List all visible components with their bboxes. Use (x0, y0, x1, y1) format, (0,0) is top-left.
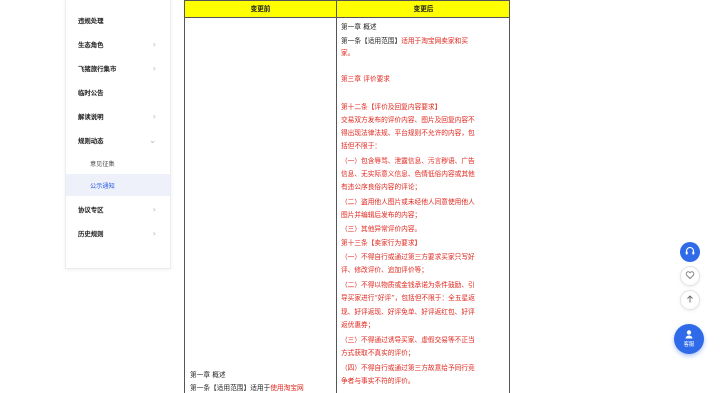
service-label: 客服 (683, 342, 695, 348)
sidebar-item-label: 解读说明 (78, 112, 104, 121)
after-text-line: 家。 (341, 49, 355, 57)
after-text-line: 争者与事实不符的评价。 (341, 377, 415, 385)
chevron-right-icon: › (152, 63, 156, 73)
after-text-line: 第十三条【卖家行为要求】 (341, 239, 422, 247)
sidebar-item-rule-updates[interactable]: 规则动态 ⌄ (66, 128, 170, 152)
service-icon (684, 329, 694, 342)
heart-icon (685, 270, 695, 283)
after-text-line: （二）盗用他人图片或未经他人同意使用他人 (341, 198, 475, 206)
arrow-up-icon (685, 294, 695, 307)
sidebar-item-temp-notice[interactable]: 临时公告 (66, 80, 170, 104)
sidebar-item-label: 飞猪旅行集市 (78, 64, 117, 73)
before-text-segment: 第一条【适用范围】 (190, 384, 251, 392)
header-before: 变更前 (250, 5, 271, 13)
sidebar-item-history[interactable]: 历史规则 › (66, 221, 170, 245)
sidebar-item-label: 历史规则 (78, 229, 104, 238)
back-to-top-button[interactable] (680, 290, 700, 310)
customer-service-button[interactable]: 客服 (674, 324, 704, 354)
after-text-segment: 第一条【适用范围】 (341, 37, 402, 45)
sidebar-item-ecosystem[interactable]: 生态角色 › (66, 32, 170, 56)
after-text-line: （四）不得自行或通过第三方故意给予同行竞 (341, 364, 475, 372)
after-text-line: 括但不限于： (341, 142, 382, 150)
after-text-line: 方式获取不真实的评价； (341, 349, 415, 357)
after-text-line: 信息、无实际意义信息、色情低俗内容或其他 (341, 170, 475, 178)
sidebar-item-label: 生态角色 (78, 40, 104, 49)
after-text-line: 第三章 评价要求 (341, 75, 390, 83)
after-text-line: 图片并编辑后发布的内容； (341, 211, 422, 219)
sidebar-item-label: 临时公告 (78, 88, 104, 97)
sidebar-item-label: 规则动态 (78, 136, 104, 145)
sidebar-item-label: 违规处理 (78, 16, 104, 25)
after-text-line: 第一条【适用范围】适用于淘宝网卖家和买 (341, 37, 468, 46)
after-text-line: 第一章 概述 (341, 23, 377, 31)
sidebar-subitem-public-notice[interactable]: 公示通知 (66, 174, 170, 196)
headset-button[interactable] (680, 242, 700, 262)
favorite-button[interactable] (680, 266, 700, 286)
after-text-line: 得出现法律法规、平台规则不允许的内容，包 (341, 129, 475, 137)
chevron-right-icon: › (152, 204, 156, 214)
table-body: 第一章 概述 第一条【适用范围】适用于淘宝网卖家和买 家。 第三章 评价要求 第… (184, 17, 510, 393)
sidebar-item-explanation[interactable]: 解读说明 › (66, 104, 170, 128)
after-text-line: 现、好评返现、好评免单、好评返红包、好评 (341, 308, 475, 316)
after-text-line: （二）不得以物质或金钱承诺为条件鼓励、引 (341, 281, 475, 289)
after-text-line: 有违公序良俗内容的评论； (341, 183, 422, 191)
sidebar: 违规处理 生态角色 › 飞猪旅行集市 › 临时公告 解读说明 › 规则动态 ⌄ … (65, 0, 171, 269)
before-text-segment: 使用淘宝网 (270, 384, 304, 392)
sidebar-item-label: 协议专区 (78, 205, 104, 214)
after-text-line: （一）包含辱骂、泄露信息、污言秽语、广告 (341, 157, 475, 165)
after-text-line: （一）不得自行或通过第三方要求买家只写好 (341, 253, 475, 261)
sidebar-subitem-label: 意见征集 (90, 160, 115, 168)
chevron-right-icon: › (152, 39, 156, 49)
before-text-line: 第一条【适用范围】适用于使用淘宝网 (190, 384, 304, 393)
after-text-line: 返优惠券； (341, 321, 375, 329)
after-text-line: （三）其他异常评价内容。 (341, 225, 422, 233)
headset-icon (684, 245, 696, 260)
sidebar-item-agreements[interactable]: 协议专区 › (66, 197, 170, 221)
after-text-line: （三）不得通过诱导买家、虚假交易等不正当 (341, 336, 475, 344)
before-text-line: 第一章 概述 (190, 371, 226, 379)
header-after: 变更后 (336, 1, 510, 17)
before-text-segment: 适用于 (250, 384, 271, 392)
chevron-right-icon: › (152, 111, 156, 121)
rule-change-table: 变更前 变更后 第一章 概述 第一条【适用范围】适用于淘宝网卖家和买 家。 第三… (184, 0, 510, 393)
after-text-segment: 适用于淘宝网卖家和买 (401, 37, 469, 45)
after-text-line: 第十二条【评价及回复内容要求】 (341, 103, 442, 111)
chevron-right-icon: › (152, 228, 156, 238)
sidebar-subitem-label: 公示通知 (90, 182, 115, 190)
table-header: 变更前 变更后 (184, 0, 510, 18)
sidebar-item-violation[interactable]: 违规处理 (66, 8, 170, 32)
after-text-line: 交易双方发布的评价内容、图片及回复内容不 (341, 116, 475, 124)
chevron-down-icon: ⌄ (149, 135, 156, 145)
after-text-line: 评、修改评价、追加评价等； (341, 266, 428, 274)
sidebar-subitem-opinion[interactable]: 意见征集 (66, 152, 170, 174)
column-divider (336, 17, 337, 393)
sidebar-item-fliggy[interactable]: 飞猪旅行集市 › (66, 56, 170, 80)
after-text-line: 导买家进行“好评”，包括但不限于：全五星返 (341, 294, 475, 302)
